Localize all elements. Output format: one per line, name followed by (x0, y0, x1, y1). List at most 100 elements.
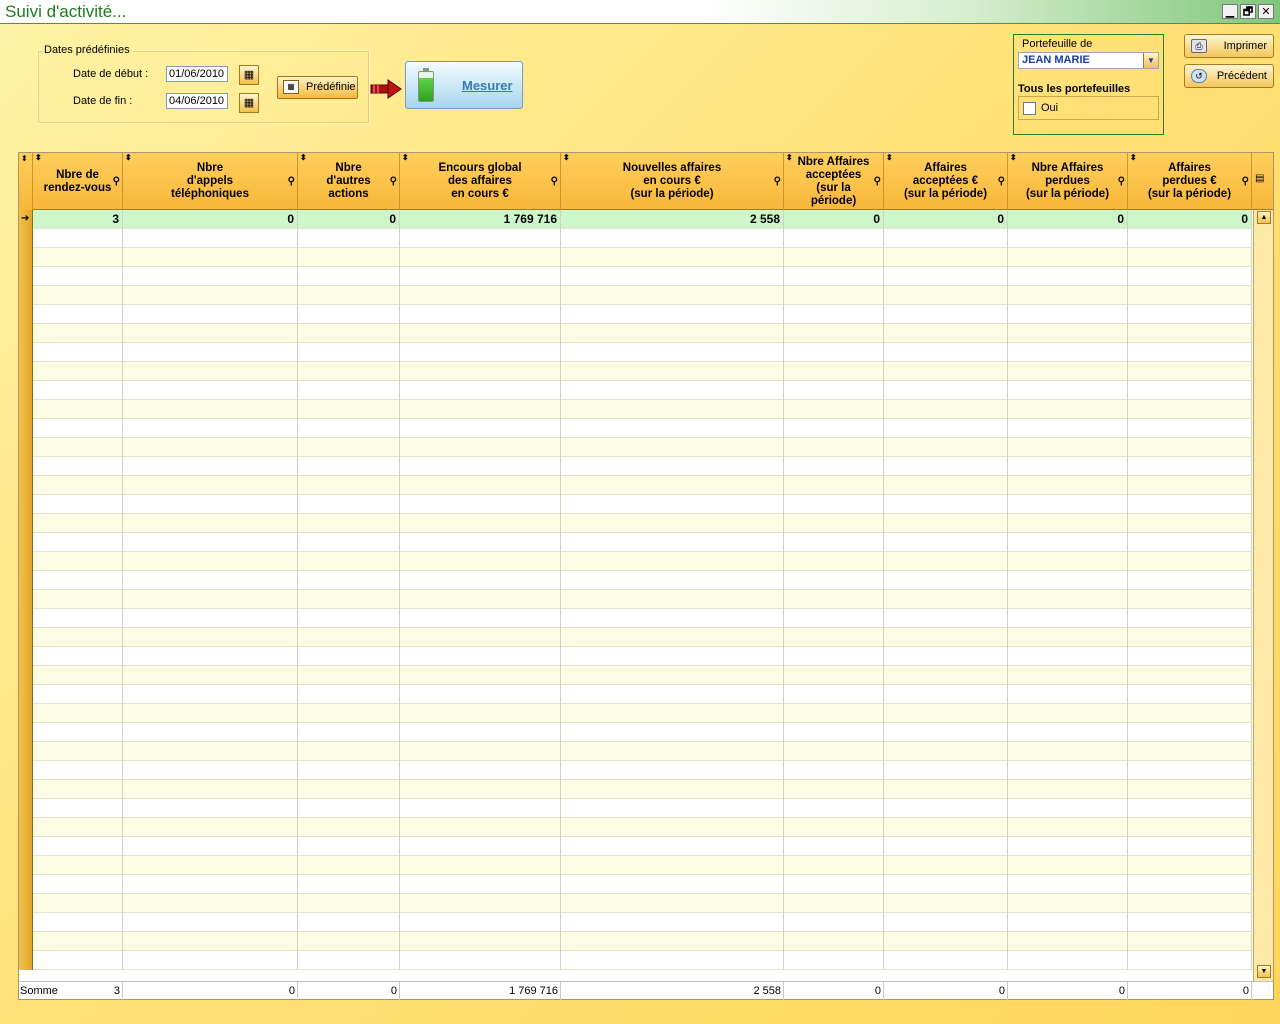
table-row[interactable] (33, 894, 1251, 913)
table-cell[interactable]: 0 (884, 212, 1004, 226)
sort-icon[interactable]: ⬍ (563, 154, 570, 162)
sort-icon[interactable]: ⬍ (886, 154, 893, 162)
table-row[interactable] (33, 343, 1251, 362)
table-row[interactable] (33, 229, 1251, 248)
start-calendar-icon[interactable]: ▦ (239, 65, 259, 85)
table-row[interactable] (33, 951, 1251, 970)
table-row[interactable] (33, 381, 1251, 400)
close-button[interactable]: ✕ (1258, 4, 1274, 19)
table-row[interactable] (33, 856, 1251, 875)
table-row[interactable] (33, 799, 1251, 818)
restore-button[interactable]: 🗗 (1240, 4, 1256, 19)
table-row[interactable] (33, 666, 1251, 685)
table-cell[interactable]: 1 769 716 (400, 212, 557, 226)
table-cell[interactable]: 0 (123, 212, 294, 226)
total-cell: 0 (390, 985, 397, 997)
table-row[interactable] (33, 552, 1251, 571)
table-row[interactable] (33, 818, 1251, 837)
search-icon[interactable]: ⚲ (551, 177, 558, 187)
table-row[interactable] (33, 533, 1251, 552)
column-chooser-icon[interactable]: ▤ (1255, 173, 1264, 184)
table-row[interactable] (33, 438, 1251, 457)
end-date-field[interactable]: 04/06/2010 (166, 93, 228, 109)
search-icon[interactable]: ⚲ (1118, 177, 1125, 187)
vertical-scrollbar[interactable]: ▲ ▼ (1253, 210, 1273, 981)
table-row[interactable] (33, 647, 1251, 666)
table-row[interactable] (33, 571, 1251, 590)
scroll-up-icon[interactable]: ▲ (1257, 211, 1271, 224)
table-row[interactable] (33, 723, 1251, 742)
back-button[interactable]: ↺ Précédent (1184, 64, 1274, 88)
sort-icon[interactable]: ⬍ (786, 154, 793, 162)
table-row[interactable] (33, 609, 1251, 628)
table-cell[interactable]: 3 (33, 212, 119, 226)
all-portfolios-checkbox[interactable] (1023, 102, 1036, 115)
end-calendar-icon[interactable]: ▦ (239, 93, 259, 113)
table-row[interactable] (33, 324, 1251, 343)
calendar-icon: ▦ (283, 80, 299, 94)
table-row[interactable] (33, 875, 1251, 894)
column-header-autres[interactable]: Nbre d'autres actions ⬍ ⚲ (298, 153, 400, 210)
table-row[interactable] (33, 761, 1251, 780)
sort-icon[interactable]: ⬍ (1010, 154, 1017, 162)
column-header-acceptees-eur[interactable]: Affaires acceptées € (sur la période) ⬍ ⚲ (884, 153, 1008, 210)
table-row[interactable] (33, 913, 1251, 932)
table-row[interactable] (33, 932, 1251, 951)
table-cell[interactable]: 0 (1008, 212, 1124, 226)
table-row[interactable] (33, 457, 1251, 476)
print-button[interactable]: ⎙ Imprimer (1184, 34, 1274, 58)
table-row[interactable] (33, 685, 1251, 704)
table-row[interactable] (33, 837, 1251, 856)
sort-icon[interactable]: ⬍ (402, 154, 409, 162)
search-icon[interactable]: ⚲ (774, 177, 781, 187)
minimize-button[interactable]: ▁ (1222, 4, 1238, 19)
search-icon[interactable]: ⚲ (390, 177, 397, 187)
table-row[interactable] (33, 419, 1251, 438)
column-header-label: Affaires acceptées € (sur la période) (903, 162, 988, 200)
table-row[interactable] (33, 704, 1251, 723)
column-header-encours[interactable]: Encours global des affaires en cours € ⬍ ⚲ (400, 153, 561, 210)
table-row[interactable] (33, 362, 1251, 381)
search-icon[interactable]: ⚲ (113, 177, 120, 187)
scroll-down-icon[interactable]: ▼ (1257, 965, 1271, 978)
table-row[interactable] (33, 590, 1251, 609)
search-icon[interactable]: ⚲ (998, 177, 1005, 187)
table-row[interactable] (33, 400, 1251, 419)
table-row[interactable] (33, 514, 1251, 533)
table-row[interactable] (33, 628, 1251, 647)
row-selector-column[interactable] (19, 210, 33, 970)
table-row[interactable] (33, 305, 1251, 324)
measure-button[interactable]: Mesurer (405, 61, 523, 109)
start-date-field[interactable]: 01/06/2010 (166, 66, 228, 82)
sort-icon[interactable]: ⬍ (1130, 154, 1137, 162)
table-cell[interactable]: 2 558 (561, 212, 780, 226)
portfolio-select[interactable]: JEAN MARIE ▼ (1018, 52, 1159, 69)
table-row[interactable] (33, 495, 1251, 514)
table-row[interactable] (33, 742, 1251, 761)
column-header-nb-perdues[interactable]: Nbre Affaires perdues (sur la période) ⬍ ⚲ (1008, 153, 1128, 210)
column-header-nouvelles[interactable]: Nouvelles affaires en cours € (sur la pé… (561, 153, 784, 210)
predefined-button[interactable]: ▦ Prédéfinie (277, 76, 358, 99)
table-cell[interactable]: 0 (1128, 212, 1248, 226)
table-row[interactable] (33, 267, 1251, 286)
table-cell[interactable]: 0 (784, 212, 880, 226)
column-header-perdues-eur[interactable]: Affaires perdues € (sur la période) ⬍ ⚲ (1128, 153, 1252, 210)
sort-icon[interactable]: ⬍ (35, 154, 42, 162)
table-cell[interactable]: 0 (298, 212, 396, 226)
current-row-arrow-icon: ➔ (21, 213, 30, 224)
sort-icon[interactable]: ⬍ (125, 154, 132, 162)
column-header-rdv[interactable]: Nbre de rendez-vous ⬍ ⚲ (33, 153, 123, 210)
sort-icon[interactable]: ⬍ (300, 154, 307, 162)
table-row[interactable] (33, 248, 1251, 267)
table-row[interactable] (33, 286, 1251, 305)
search-icon[interactable]: ⚲ (1242, 177, 1249, 187)
column-header-nb-acceptees[interactable]: Nbre Affaires acceptées (sur la période)… (784, 153, 884, 210)
table-row[interactable] (33, 780, 1251, 799)
chevron-down-icon[interactable]: ▼ (1143, 53, 1158, 68)
column-divider (399, 210, 400, 970)
search-icon[interactable]: ⚲ (288, 177, 295, 187)
back-icon: ↺ (1191, 69, 1207, 83)
table-row[interactable] (33, 476, 1251, 495)
column-header-appels[interactable]: Nbre d'appels téléphoniques ⬍ ⚲ (123, 153, 298, 210)
search-icon[interactable]: ⚲ (874, 177, 881, 187)
